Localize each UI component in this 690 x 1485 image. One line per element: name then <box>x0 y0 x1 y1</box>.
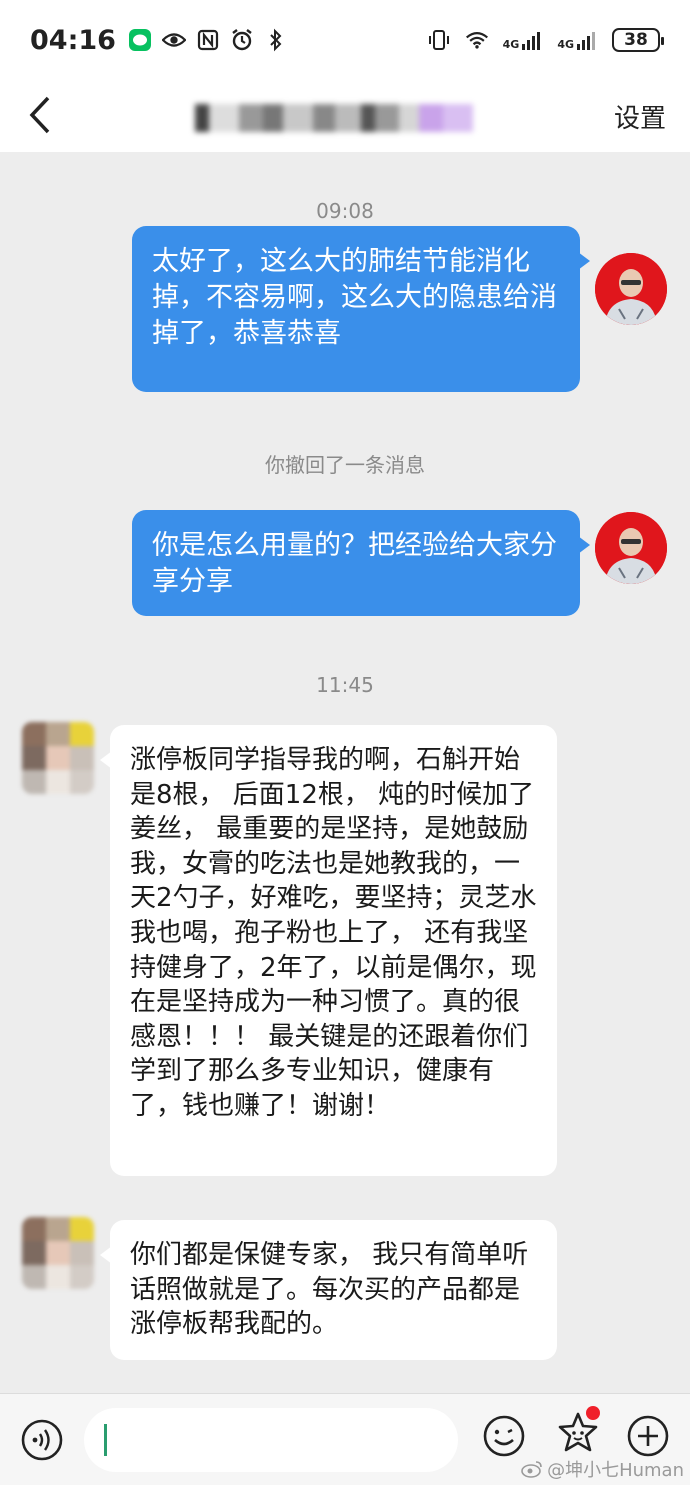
wifi-icon <box>465 28 489 52</box>
vibrate-icon <box>427 28 451 52</box>
back-button[interactable] <box>22 92 62 138</box>
notification-dot <box>586 1406 600 1420</box>
avatar[interactable] <box>22 1217 94 1289</box>
recall-notice: 你撤回了一条消息 <box>265 453 425 477</box>
person-avatar-icon <box>595 512 667 584</box>
emoji-button[interactable] <box>482 1414 526 1458</box>
watermark: @坤小七Human <box>521 1456 684 1482</box>
more-button[interactable] <box>626 1414 670 1458</box>
text-caret <box>104 1424 107 1456</box>
chevron-left-icon <box>29 96 50 134</box>
settings-button[interactable]: 设置 <box>614 98 666 135</box>
status-time: 04:16 <box>30 24 116 56</box>
signal-icon-2: 4G <box>557 29 598 51</box>
avatar[interactable] <box>595 512 667 584</box>
status-icons-left <box>128 28 288 52</box>
bluetooth-icon <box>264 28 288 52</box>
avatar[interactable] <box>595 253 667 325</box>
status-bar: 04:16 4G 4G 38 <box>0 0 690 80</box>
watermark-text: @坤小七Human <box>547 1460 684 1481</box>
battery-indicator: 38 <box>612 28 664 52</box>
eye-icon <box>161 28 186 52</box>
weibo-icon <box>521 1461 542 1478</box>
chat-title-blurred <box>195 98 495 138</box>
voice-icon <box>21 1419 63 1461</box>
person-avatar-icon <box>22 722 94 794</box>
status-icons-right: 4G 4G 38 <box>427 28 664 52</box>
alarm-icon <box>230 28 254 52</box>
chat-app-icon <box>128 28 152 52</box>
person-avatar-icon <box>22 1217 94 1289</box>
smiley-icon <box>483 1415 525 1457</box>
sent-message[interactable]: 你是怎么用量的？把经验给大家分享分享 <box>132 510 590 616</box>
plus-icon <box>627 1415 669 1457</box>
signal-icon-1: 4G <box>503 29 544 51</box>
timestamp: 09:08 <box>316 199 374 223</box>
received-message[interactable]: 涨停板同学指导我的啊，石斛开始是8根， 后面12根， 炖的时候加了姜丝， 最重要… <box>100 725 557 1176</box>
sent-message[interactable]: 太好了，这么大的肺结节能消化掉，不容易啊，这么大的隐患给消掉了，恭喜恭喜 <box>132 226 590 392</box>
timestamp: 11:45 <box>316 673 374 697</box>
received-message[interactable]: 你们都是保健专家， 我只有简单听话照做就是了。每次买的产品都是涨停板帮我配的。 <box>100 1220 557 1360</box>
nav-bar: 设置 <box>0 80 690 152</box>
nfc-icon <box>196 28 220 52</box>
message-input[interactable] <box>84 1408 458 1472</box>
person-avatar-icon <box>595 253 667 325</box>
voice-button[interactable] <box>20 1418 64 1462</box>
avatar[interactable] <box>22 722 94 794</box>
